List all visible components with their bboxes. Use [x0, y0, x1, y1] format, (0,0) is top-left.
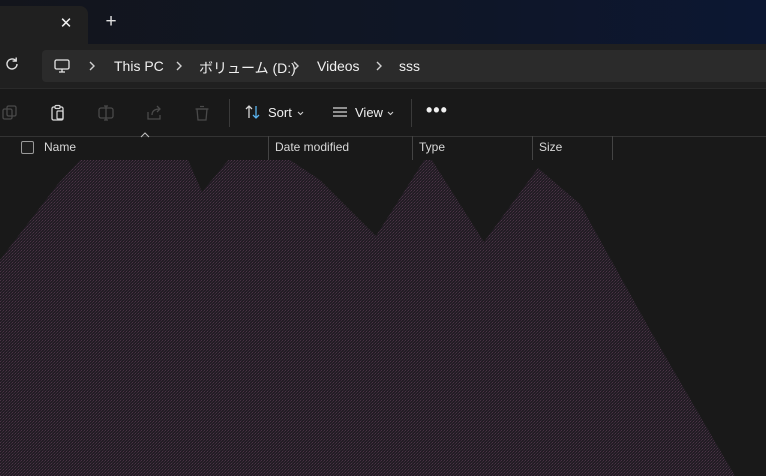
select-all-checkbox[interactable] [21, 141, 34, 154]
tab-current[interactable]: ✕ [0, 6, 88, 44]
breadcrumb-videos[interactable]: Videos [317, 58, 360, 74]
column-name[interactable]: Name [44, 140, 76, 154]
column-type[interactable]: Type [419, 140, 445, 154]
view-icon [333, 107, 347, 117]
chevron-right-icon[interactable] [175, 59, 183, 73]
close-icon[interactable]: ✕ [56, 14, 76, 34]
view-button[interactable]: View [331, 101, 399, 125]
this-pc-icon[interactable] [53, 57, 71, 75]
sort-label: Sort [268, 105, 292, 120]
chevron-down-icon [387, 111, 394, 116]
copy-icon[interactable] [0, 103, 20, 123]
sort-icon [245, 105, 260, 119]
paste-icon[interactable] [48, 103, 68, 123]
column-header-row: Name Date modified Type Size [0, 132, 766, 160]
more-options-icon[interactable]: ••• [426, 101, 447, 122]
toolbar-divider [411, 99, 412, 127]
chevron-down-icon [297, 111, 304, 116]
rename-icon[interactable] [96, 103, 116, 123]
file-list-area[interactable] [0, 160, 766, 476]
column-divider[interactable] [612, 136, 613, 160]
column-divider[interactable] [412, 136, 413, 160]
share-icon[interactable] [144, 103, 164, 123]
breadcrumb-this-pc[interactable]: This PC [114, 58, 164, 74]
sort-indicator-icon [140, 132, 150, 138]
breadcrumb-sss[interactable]: sss [399, 58, 420, 74]
breadcrumb-volume-d[interactable]: ボリューム (D:) [199, 58, 296, 78]
chevron-right-icon[interactable] [88, 59, 96, 73]
column-divider[interactable] [532, 136, 533, 160]
refresh-icon[interactable] [2, 54, 22, 74]
command-bar: Sort View ••• [0, 88, 766, 137]
column-size[interactable]: Size [539, 140, 562, 154]
navigation-bar: This PC ボリューム (D:) Videos sss [0, 44, 766, 88]
chevron-right-icon[interactable] [375, 59, 383, 73]
address-bar[interactable]: This PC ボリューム (D:) Videos sss [42, 50, 766, 82]
plus-icon[interactable]: + [100, 12, 122, 34]
column-date-modified[interactable]: Date modified [275, 140, 349, 154]
render-artifact-pattern [0, 160, 735, 476]
view-label: View [355, 105, 383, 120]
column-divider[interactable] [268, 136, 269, 160]
delete-icon[interactable] [192, 103, 212, 123]
chevron-right-icon[interactable] [292, 59, 300, 73]
toolbar-divider [229, 99, 230, 127]
title-bar: ✕ + [0, 0, 766, 44]
sort-button[interactable]: Sort [244, 101, 306, 125]
